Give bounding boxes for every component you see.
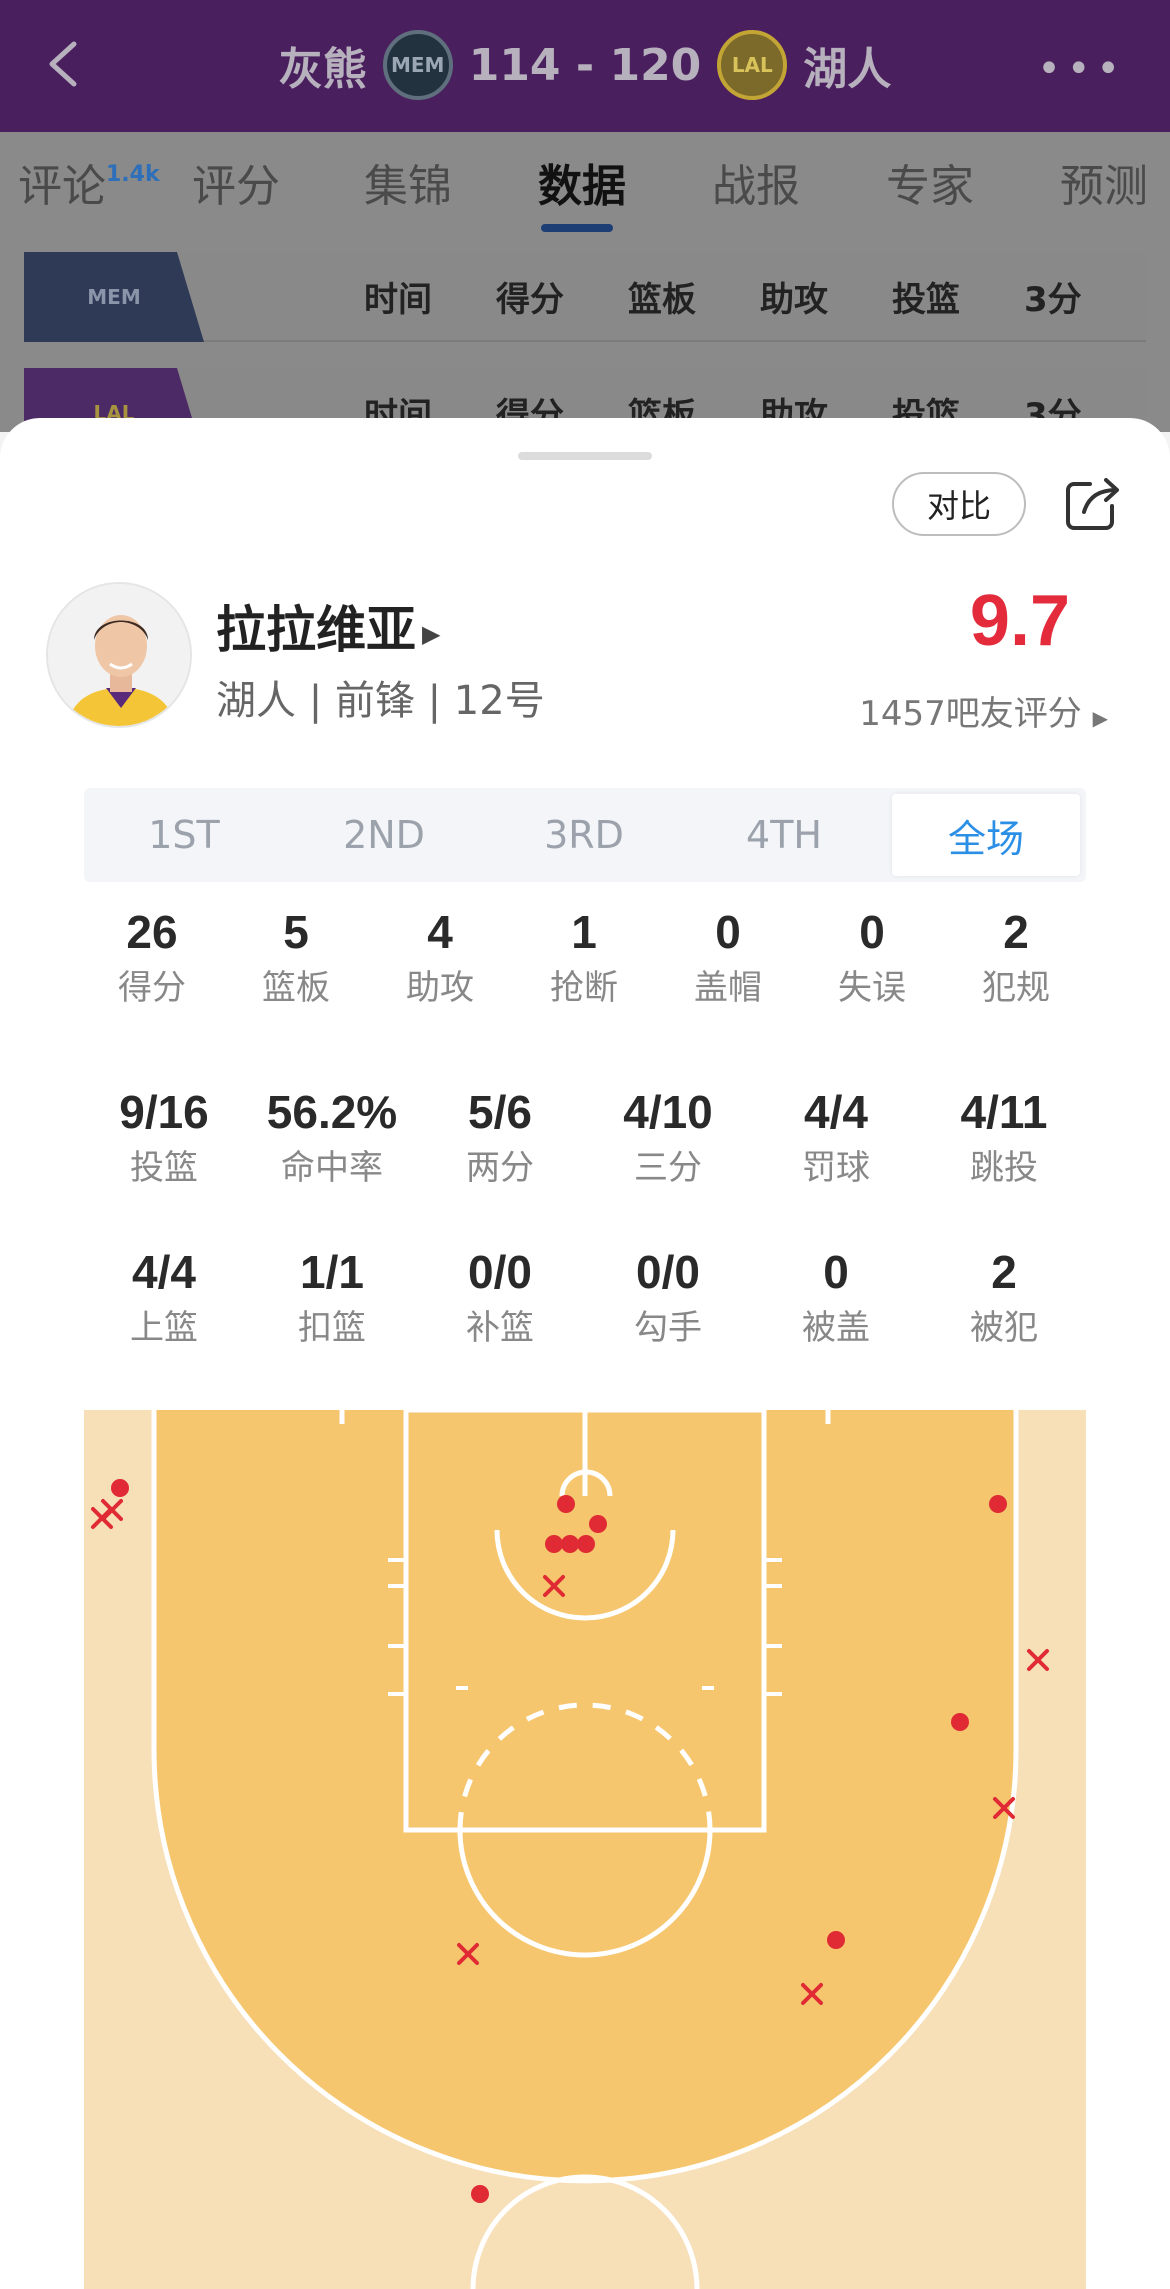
stat-fg-pct: 56.2% 命中率 bbox=[266, 1086, 398, 1188]
tab-stats[interactable]: 数据 bbox=[538, 150, 626, 214]
stat-fouled: 2 被犯 bbox=[970, 1246, 1038, 1348]
period-3rd[interactable]: 3RD bbox=[484, 788, 684, 882]
made-shot-marker bbox=[827, 1931, 845, 1949]
away-team-name: 湖人 bbox=[803, 44, 892, 95]
score-title: 灰熊 MEM 114 - 120 LAL 湖人 bbox=[0, 30, 1170, 100]
sheet-drag-handle[interactable] bbox=[518, 452, 652, 460]
player-avatar bbox=[46, 582, 192, 728]
stat-3pt: 4/10 三分 bbox=[623, 1086, 713, 1188]
tab-highlights[interactable]: 集锦 bbox=[364, 150, 452, 214]
tab-predict[interactable]: 预测 bbox=[1060, 150, 1148, 214]
stat-assists: 4 助攻 bbox=[406, 906, 474, 1008]
col-fg: 投篮 bbox=[892, 280, 960, 320]
more-icon[interactable]: ••• bbox=[1037, 46, 1126, 92]
mem-logo-tab[interactable]: MEM bbox=[24, 252, 204, 342]
made-shot-marker bbox=[951, 1713, 969, 1731]
made-shot-marker bbox=[545, 1535, 563, 1553]
game-header: 灰熊 MEM 114 - 120 LAL 湖人 ••• bbox=[0, 0, 1170, 132]
period-1st[interactable]: 1ST bbox=[84, 788, 284, 882]
stat-steals: 1 抢断 bbox=[550, 906, 618, 1008]
raters-arrow-icon: ▶ bbox=[1092, 706, 1108, 730]
stat-fg: 9/16 投篮 bbox=[119, 1086, 209, 1188]
col-assists: 助攻 bbox=[760, 280, 828, 320]
made-shot-marker bbox=[989, 1495, 1007, 1513]
stat-2pt: 5/6 两分 bbox=[466, 1086, 534, 1188]
comment-count-badge: 1.4k bbox=[106, 162, 160, 187]
made-shot-marker bbox=[111, 1479, 129, 1497]
col-points: 得分 bbox=[496, 280, 564, 320]
stat-turnovers: 0 失误 bbox=[838, 906, 906, 1008]
stat-dunks: 1/1 扣篮 bbox=[298, 1246, 366, 1348]
away-team-logo: LAL bbox=[717, 30, 788, 100]
made-shot-marker bbox=[557, 1495, 575, 1513]
compare-button[interactable]: 对比 bbox=[892, 472, 1026, 536]
player-arrow-icon: ▶ bbox=[422, 619, 441, 648]
main-tabs: 评论1.4k 评分 集锦 数据 战报 专家 预测 bbox=[0, 150, 1170, 230]
period-4th[interactable]: 4TH bbox=[684, 788, 884, 882]
period-full-game[interactable]: 全场 bbox=[892, 794, 1080, 876]
stat-blocked: 0 被盖 bbox=[802, 1246, 870, 1348]
stat-putbacks: 0/0 补篮 bbox=[466, 1246, 534, 1348]
made-shot-marker bbox=[471, 2185, 489, 2203]
col-rebounds: 篮板 bbox=[628, 280, 696, 320]
player-detail-sheet: 对比 拉拉维亚 ▶ 湖人 | 前锋 | 12号 9.7 1457吧友评分 ▶ 1S… bbox=[0, 418, 1170, 2289]
home-team-name: 灰熊 bbox=[278, 44, 367, 95]
tab-ratings[interactable]: 评分 bbox=[192, 150, 280, 214]
tab-report[interactable]: 战报 bbox=[712, 150, 800, 214]
tab-comments[interactable]: 评论1.4k bbox=[18, 150, 160, 214]
stat-ft: 4/4 罚球 bbox=[802, 1086, 870, 1188]
col-3pt: 3分 bbox=[1024, 280, 1082, 320]
period-selector: 1ST 2ND 3RD 4TH 全场 bbox=[84, 788, 1086, 882]
made-shot-marker bbox=[589, 1515, 607, 1533]
made-shot-marker bbox=[577, 1535, 595, 1553]
share-icon[interactable] bbox=[1064, 474, 1122, 532]
col-time: 时间 bbox=[364, 280, 432, 320]
player-rating: 9.7 bbox=[969, 581, 1070, 661]
home-team-logo: MEM bbox=[382, 30, 453, 100]
score: 114 - 120 bbox=[468, 39, 702, 91]
stat-points: 26 得分 bbox=[118, 906, 186, 1008]
stat-jumpers: 4/11 跳投 bbox=[960, 1086, 1048, 1188]
stat-rebounds: 5 篮板 bbox=[262, 906, 330, 1008]
rater-count[interactable]: 1457吧友评分 ▶ bbox=[859, 686, 1108, 735]
period-2nd[interactable]: 2ND bbox=[284, 788, 484, 882]
court-svg bbox=[84, 1410, 1086, 2289]
made-shot-marker bbox=[561, 1535, 579, 1553]
box-score-header: 时间 得分 篮板 助攻 投篮 3分 bbox=[364, 272, 1156, 321]
tab-experts[interactable]: 专家 bbox=[886, 150, 974, 214]
player-info: 湖人 | 前锋 | 12号 bbox=[216, 678, 545, 724]
shot-chart bbox=[84, 1410, 1086, 2289]
box-score-row-mem: MEM 时间 得分 篮板 助攻 投篮 3分 bbox=[24, 252, 1146, 342]
active-tab-indicator bbox=[541, 224, 613, 232]
stat-blocks: 0 盖帽 bbox=[694, 906, 762, 1008]
stat-hooks: 0/0 勾手 bbox=[634, 1246, 702, 1348]
stat-layups: 4/4 上篮 bbox=[130, 1246, 198, 1348]
player-name[interactable]: 拉拉维亚 ▶ bbox=[216, 590, 440, 662]
stat-fouls: 2 犯规 bbox=[982, 906, 1050, 1008]
